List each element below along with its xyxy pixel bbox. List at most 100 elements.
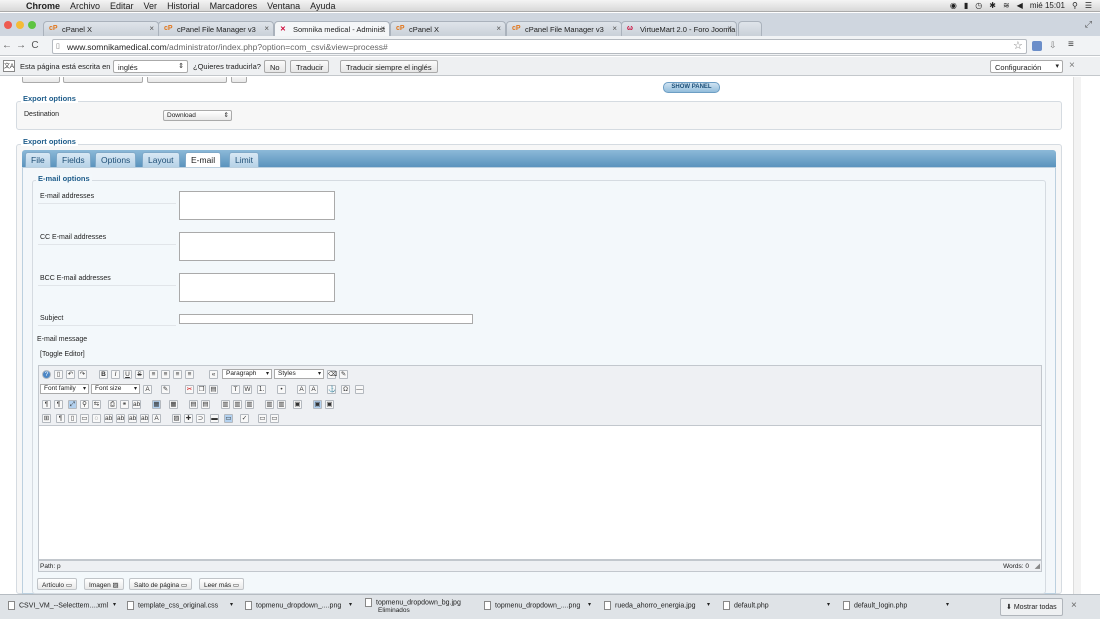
close-tab-icon[interactable]: × [496, 24, 501, 33]
search-icon[interactable]: ⚲ [80, 400, 89, 409]
email-addresses-input[interactable] [179, 191, 335, 220]
partial-select[interactable] [147, 77, 227, 83]
destination-select[interactable]: Download ⇕ [163, 110, 232, 121]
link-icon[interactable]: ⊃ [196, 414, 205, 423]
underline-icon[interactable]: U [123, 370, 132, 379]
template-icon[interactable]: ▯ [68, 414, 77, 423]
media-icon[interactable]: ✚ [184, 414, 193, 423]
align-right-icon[interactable]: ≡ [173, 370, 182, 379]
superscript-icon[interactable]: A [309, 385, 318, 394]
table-icon[interactable]: ▦ [152, 400, 161, 409]
replace-icon[interactable]: ⇆ [92, 400, 101, 409]
resize-icon[interactable]: ◢ [1035, 562, 1040, 570]
close-tab-icon[interactable]: × [380, 24, 385, 33]
clock[interactable]: mié 15:01 [1030, 1, 1065, 10]
text-color-icon[interactable]: A [143, 385, 152, 394]
translate-button[interactable]: Traducir [290, 60, 330, 73]
download-item[interactable]: topmenu_dropdown_bg.jpg Eliminados [365, 598, 461, 614]
row-delete-icon[interactable]: ▤ [201, 400, 210, 409]
abbr-icon[interactable]: ab [104, 414, 113, 423]
bold-icon[interactable]: B [99, 370, 108, 379]
menu-app[interactable]: Chrome [26, 1, 60, 11]
image-button[interactable]: Imagen ▨ [84, 578, 124, 590]
paste-word-icon[interactable]: W [243, 385, 252, 394]
help-icon[interactable]: ? [42, 370, 51, 379]
menu-ayuda[interactable]: Ayuda [310, 1, 335, 11]
unlink-icon[interactable]: ▬ [210, 414, 219, 423]
download-item[interactable]: default.php ▾ [723, 601, 830, 610]
blockquote-icon[interactable]: « [209, 370, 218, 379]
rtl-icon[interactable]: ¶ [54, 400, 63, 409]
battery-icon[interactable]: ▮ [964, 1, 968, 10]
horizontal-rule-icon[interactable]: — [355, 385, 364, 394]
back-icon[interactable]: ← [0, 40, 14, 51]
justify-icon[interactable]: ≡ [185, 370, 194, 379]
visual-aid-icon[interactable]: ⊞ [42, 414, 51, 423]
close-icon[interactable]: × [1071, 600, 1077, 611]
new-tab-button[interactable] [738, 21, 762, 36]
print-icon[interactable]: ⎙ [108, 400, 117, 409]
column-insert-icon[interactable]: ▥ [221, 400, 230, 409]
tab-layout[interactable]: Layout [142, 152, 180, 167]
tab-limit[interactable]: Limit [229, 152, 259, 167]
layer-icon[interactable]: ▣ [325, 400, 334, 409]
browser-tab[interactable]: cP cPanel File Manager v3 × [506, 21, 622, 36]
cc-addresses-input[interactable] [179, 232, 335, 261]
bcc-addresses-input[interactable] [179, 273, 335, 302]
format-select[interactable]: Paragraph ▾ [222, 369, 272, 379]
browser-tab[interactable]: cP cPanel X × [390, 21, 506, 36]
menu-archivo[interactable]: Archivo [70, 1, 100, 11]
pagebreak-button[interactable]: Salto de página ▭ [129, 578, 193, 590]
layer-icon[interactable]: ▣ [293, 400, 302, 409]
chevron-down-icon[interactable]: ▾ [349, 601, 352, 608]
download-item[interactable]: default_login.php ▾ [843, 601, 949, 610]
anchor-icon[interactable]: ⚓ [327, 385, 336, 394]
download-item[interactable]: topmenu_dropdown_....png ▾ [245, 601, 352, 610]
ltr-icon[interactable]: ¶ [42, 400, 51, 409]
column-delete-icon[interactable]: ▥ [233, 400, 242, 409]
chrome-menu-icon[interactable]: ≡ [1068, 39, 1074, 50]
tab-options[interactable]: Options [95, 152, 137, 167]
tab-file[interactable]: File [25, 152, 51, 167]
show-all-button[interactable]: ⬇ Mostrar todas [1000, 598, 1063, 616]
omega-icon[interactable]: Ω [341, 385, 350, 394]
article-button[interactable]: Artículo ▭ [37, 578, 78, 590]
attributes-icon[interactable]: A [152, 414, 161, 423]
close-tab-icon[interactable]: × [727, 24, 732, 33]
chevron-down-icon[interactable]: ▾ [230, 601, 233, 608]
toggle-editor-link[interactable]: [Toggle Editor] [40, 351, 85, 358]
font-size-select[interactable]: Font size ▾ [91, 384, 140, 394]
menu-ventana[interactable]: Ventana [267, 1, 300, 11]
language-select[interactable]: inglés ⇕ [113, 60, 188, 73]
extension-icon[interactable] [1032, 41, 1042, 51]
styles-select[interactable]: Styles ▾ [274, 369, 324, 379]
ins-icon[interactable]: ab [140, 414, 149, 423]
undo-icon[interactable]: ↶ [66, 370, 75, 379]
spellchecker-icon[interactable]: ✓ [240, 414, 249, 423]
menu-editar[interactable]: Editar [110, 1, 134, 11]
close-tab-icon[interactable]: × [264, 24, 269, 33]
eraser-icon[interactable]: ⌫ [327, 370, 337, 379]
merge-cells-icon[interactable]: ▥ [277, 400, 286, 409]
table-props-icon[interactable]: ▦ [169, 400, 178, 409]
italic-icon[interactable]: I [111, 370, 120, 379]
menu-historial[interactable]: Historial [167, 1, 200, 11]
bluetooth-icon[interactable]: ✱ [989, 1, 996, 10]
paste-text-icon[interactable]: T [231, 385, 240, 394]
chevron-down-icon[interactable]: ▾ [113, 601, 116, 608]
browser-tab[interactable]: cP cPanel File Manager v3 × [158, 21, 274, 36]
font-family-select[interactable]: Font family ▾ [40, 384, 89, 394]
download-icon[interactable]: ⇩ [1049, 40, 1057, 51]
acronym-icon[interactable]: ab [116, 414, 125, 423]
chevron-down-icon[interactable]: ▾ [588, 601, 591, 608]
chevron-down-icon[interactable]: ▾ [707, 601, 710, 608]
chevron-down-icon[interactable]: ▾ [946, 601, 949, 608]
notification-list-icon[interactable]: ☰ [1085, 1, 1092, 10]
close-tab-icon[interactable]: × [612, 24, 617, 33]
show-panel-button[interactable]: SHOW PANEL [663, 82, 720, 93]
always-translate-button[interactable]: Traducir siempre el inglés [340, 60, 438, 73]
fullscreen-icon[interactable]: ⤢ [1085, 19, 1092, 30]
nonbreaking-icon[interactable]: ▭ [258, 414, 267, 423]
cite-icon[interactable]: ◌ [92, 414, 101, 423]
chevron-down-icon[interactable]: ▾ [827, 601, 830, 608]
